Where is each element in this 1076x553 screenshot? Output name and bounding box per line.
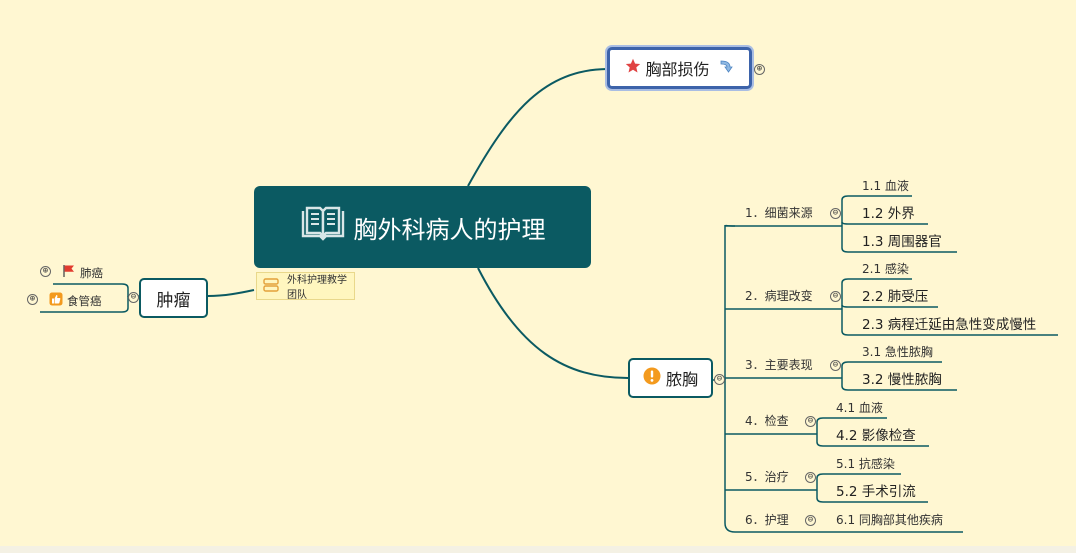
item-4-2[interactable]: 4.2 影像检查 bbox=[836, 428, 916, 444]
red-flag-icon bbox=[62, 263, 76, 282]
connector-tumor bbox=[207, 289, 255, 297]
topic-empyema[interactable]: 脓胸 bbox=[628, 358, 713, 398]
item-2-2[interactable]: 2.2 肺受压 bbox=[862, 289, 928, 305]
topic-tumor[interactable]: 肿瘤 bbox=[139, 278, 208, 318]
category-examination[interactable]: 4．检查 bbox=[745, 414, 789, 428]
connector-chest-injury bbox=[467, 68, 608, 187]
root-topic[interactable]: 胸外科病人的护理 bbox=[254, 186, 591, 268]
empyema-title: 脓胸 bbox=[665, 370, 698, 389]
empyema-trunk bbox=[724, 224, 736, 380]
esophageal-cancer-label: 食管癌 bbox=[67, 293, 102, 308]
bottom-edge bbox=[0, 546, 1076, 553]
category-bacteria-source[interactable]: 1．细菌来源 bbox=[745, 206, 813, 220]
item-3-2[interactable]: 3.2 慢性脓胸 bbox=[862, 372, 942, 388]
category-2-toggle[interactable]: ⊖ bbox=[830, 291, 841, 302]
tumor-item-lung-cancer[interactable]: 肺癌 bbox=[62, 263, 103, 282]
item-4-1[interactable]: 4.1 血液 bbox=[836, 401, 883, 415]
mindmap-connectors bbox=[40, 68, 1058, 533]
team-label-text: 外科护理教学团队 bbox=[287, 275, 347, 301]
item-2-1[interactable]: 2.1 感染 bbox=[862, 262, 909, 276]
tumor-item-esophageal-cancer[interactable]: 食管癌 bbox=[49, 291, 102, 310]
lung-cancer-label: 肺癌 bbox=[80, 265, 103, 280]
item-1-2[interactable]: 1.2 外界 bbox=[862, 206, 915, 222]
item-5-1[interactable]: 5.1 抗感染 bbox=[836, 457, 895, 471]
category-4-toggle[interactable]: ⊖ bbox=[805, 416, 816, 427]
item-1-3[interactable]: 1.3 周围器官 bbox=[862, 234, 942, 250]
category-treatment[interactable]: 5．治疗 bbox=[745, 470, 789, 484]
item-6-1[interactable]: 6.1 同胸部其他疾病 bbox=[836, 513, 943, 527]
team-label[interactable]: 外科护理教学团队 bbox=[256, 272, 355, 301]
item-2-3[interactable]: 2.3 病程迁延由急性变成慢性 bbox=[862, 317, 1036, 333]
tumor-collapse-toggle[interactable]: ⊖ bbox=[128, 292, 139, 303]
item-3-1[interactable]: 3.1 急性脓胸 bbox=[862, 345, 933, 359]
exclamation-icon bbox=[643, 367, 661, 389]
connector-empyema bbox=[477, 267, 629, 379]
thumbs-up-icon bbox=[49, 291, 63, 310]
topic-chest-injury[interactable]: 胸部损伤 bbox=[607, 47, 752, 89]
down-arrow-icon bbox=[718, 58, 734, 78]
book-icon bbox=[300, 205, 346, 249]
chest-injury-expand-toggle[interactable]: ⊕ bbox=[754, 64, 765, 75]
lung-cancer-expand-toggle[interactable]: ⊕ bbox=[40, 266, 51, 277]
category-symptoms[interactable]: 3．主要表现 bbox=[745, 358, 813, 372]
category-nursing[interactable]: 6．护理 bbox=[745, 513, 789, 527]
category-pathology[interactable]: 2．病理改变 bbox=[745, 289, 813, 303]
item-5-2[interactable]: 5.2 手术引流 bbox=[836, 484, 916, 500]
label-icon bbox=[263, 277, 279, 295]
empyema-collapse-toggle[interactable]: ⊖ bbox=[714, 374, 725, 385]
category-1-toggle[interactable]: ⊖ bbox=[830, 208, 841, 219]
item-1-1[interactable]: 1.1 血液 bbox=[862, 179, 909, 193]
empyema-trunk-lower bbox=[713, 379, 736, 533]
category-5-toggle[interactable]: ⊖ bbox=[805, 472, 816, 483]
star-icon bbox=[625, 58, 641, 78]
esophageal-cancer-expand-toggle[interactable]: ⊕ bbox=[27, 294, 38, 305]
root-title: 胸外科病人的护理 bbox=[353, 215, 546, 244]
tumor-title: 肿瘤 bbox=[156, 290, 191, 311]
category-6-toggle[interactable]: ⊖ bbox=[805, 515, 816, 526]
category-3-toggle[interactable]: ⊖ bbox=[830, 360, 841, 371]
chest-injury-title: 胸部损伤 bbox=[645, 60, 710, 79]
